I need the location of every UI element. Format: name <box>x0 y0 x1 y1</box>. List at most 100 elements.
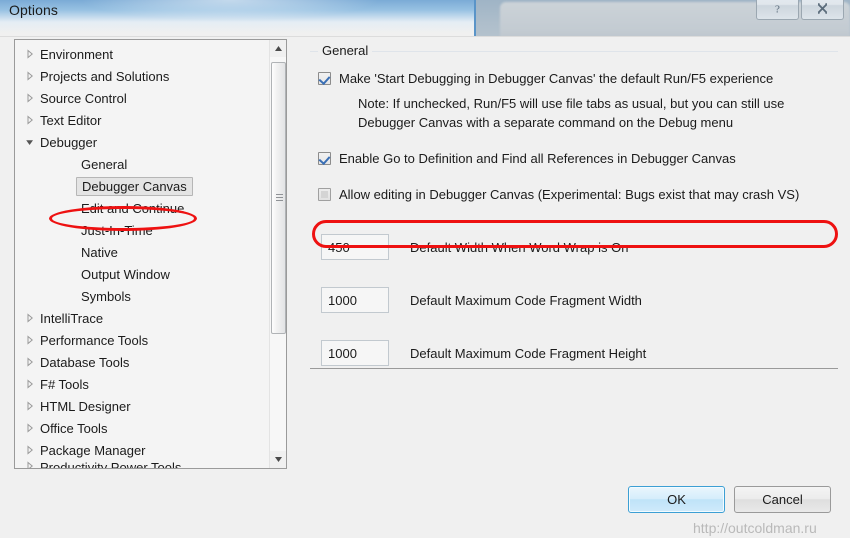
max-fragment-width-input[interactable] <box>321 287 389 313</box>
checkbox-goto-definition[interactable] <box>318 152 331 165</box>
options-dialog-screenshot: Options ? Environment Projects and Soluti… <box>0 0 850 538</box>
default-width-label: Default Width When Word Wrap is On <box>410 239 629 255</box>
tree-item-output-window[interactable]: Output Window <box>15 263 269 285</box>
tree-item-general[interactable]: General <box>15 153 269 175</box>
tree-item-label: Performance Tools <box>40 332 149 348</box>
tree-item-html-designer[interactable]: HTML Designer <box>15 395 269 417</box>
checkbox-row-goto-definition[interactable]: Enable Go to Definition and Find all Ref… <box>318 151 736 166</box>
tree-item-label: Package Manager <box>40 442 146 458</box>
checkbox-default-f5-label: Make 'Start Debugging in Debugger Canvas… <box>339 71 774 86</box>
tree-item-label: General <box>81 156 128 172</box>
scrollbar-thumb[interactable] <box>271 62 286 334</box>
close-icon <box>817 3 828 14</box>
tree-item-symbols[interactable]: Symbols <box>15 285 269 307</box>
options-category-tree[interactable]: Environment Projects and Solutions Source … <box>14 39 287 469</box>
tree-item-label: Edit and Continue <box>81 200 185 216</box>
chevron-right-icon[interactable] <box>21 93 39 103</box>
tree-item-productivity-power-tools[interactable]: Productivity Power Tools <box>15 461 269 469</box>
scrollbar-grip-icon <box>276 194 283 203</box>
tree-item-label: F# Tools <box>40 376 89 392</box>
tree-item-label: Database Tools <box>40 354 130 370</box>
chevron-down-icon <box>275 457 282 462</box>
checkbox-allow-editing[interactable] <box>318 188 331 201</box>
max-fragment-height-label: Default Maximum Code Fragment Height <box>410 345 647 361</box>
tree-item-label: Productivity Power Tools <box>40 461 182 469</box>
note-line-2: Debugger Canvas with a separate command … <box>358 115 734 130</box>
checkbox-row-allow-editing[interactable]: Allow editing in Debugger Canvas (Experi… <box>318 187 799 202</box>
field-row-default-width: Default Width When Word Wrap is On <box>321 234 628 260</box>
groupbox-top-border <box>310 51 838 52</box>
tree-item-package-manager[interactable]: Package Manager <box>15 439 269 461</box>
tree-item-list: Environment Projects and Solutions Source … <box>15 43 269 469</box>
field-row-max-fragment-width: Default Maximum Code Fragment Width <box>321 287 642 313</box>
checkbox-allow-editing-label: Allow editing in Debugger Canvas (Experi… <box>339 187 800 202</box>
chevron-right-icon[interactable] <box>21 115 39 125</box>
tree-item-f-tools[interactable]: F# Tools <box>15 373 269 395</box>
tree-item-just-in-time[interactable]: Just-In-Time <box>15 219 269 241</box>
checkbox-default-f5[interactable] <box>318 72 331 85</box>
tree-item-projects-and-solutions[interactable]: Projects and Solutions <box>15 65 269 87</box>
chevron-right-icon[interactable] <box>21 445 39 455</box>
chevron-right-icon[interactable] <box>21 379 39 389</box>
general-groupbox: General Make 'Start Debugging in Debugge… <box>310 39 838 369</box>
checkbox-row-default-f5[interactable]: Make 'Start Debugging in Debugger Canvas… <box>318 71 773 86</box>
close-button[interactable] <box>801 0 844 20</box>
tree-item-office-tools[interactable]: Office Tools <box>15 417 269 439</box>
default-width-input[interactable] <box>321 234 389 260</box>
chevron-right-icon[interactable] <box>21 461 39 468</box>
tree-scrollbar[interactable] <box>269 40 286 468</box>
tree-item-debugger[interactable]: Debugger <box>15 131 269 153</box>
chevron-down-icon[interactable] <box>21 137 39 147</box>
tree-item-debugger-canvas[interactable]: Debugger Canvas <box>15 175 269 197</box>
tree-item-label: Just-In-Time <box>81 222 153 238</box>
tree-item-label: Source Control <box>40 90 127 106</box>
checkbox-goto-definition-label: Enable Go to Definition and Find all Ref… <box>339 151 736 166</box>
tree-item-text-editor[interactable]: Text Editor <box>15 109 269 131</box>
chevron-up-icon <box>275 46 282 51</box>
settings-panel: General Make 'Start Debugging in Debugge… <box>310 39 838 469</box>
chevron-right-icon[interactable] <box>21 357 39 367</box>
scroll-up-arrow-icon[interactable] <box>270 40 286 57</box>
chevron-right-icon[interactable] <box>21 49 39 59</box>
tree-item-label: Projects and Solutions <box>40 68 170 84</box>
window-title: Options <box>9 2 58 18</box>
ok-button[interactable]: OK <box>628 486 725 513</box>
scrollbar-track[interactable] <box>270 57 286 451</box>
tree-item-label: Native <box>81 244 118 260</box>
note-line-1: Note: If unchecked, Run/F5 will use file… <box>358 96 785 111</box>
tree-item-label: Environment <box>40 46 113 62</box>
tree-item-performance-tools[interactable]: Performance Tools <box>15 329 269 351</box>
chevron-right-icon[interactable] <box>21 423 39 433</box>
max-fragment-height-input[interactable] <box>321 340 389 366</box>
groupbox-bottom-border <box>310 368 838 369</box>
general-group-title: General <box>318 43 373 58</box>
tree-item-label: Debugger Canvas <box>76 176 193 196</box>
watermark: http://outcoldman.ru <box>693 520 817 536</box>
tree-item-label: Symbols <box>81 288 131 304</box>
tree-item-native[interactable]: Native <box>15 241 269 263</box>
chevron-right-icon[interactable] <box>21 335 39 345</box>
svg-text:?: ? <box>775 4 780 16</box>
help-icon: ? <box>775 4 780 16</box>
cancel-button[interactable]: Cancel <box>734 486 831 513</box>
tree-item-source-control[interactable]: Source Control <box>15 87 269 109</box>
tree-item-label: Office Tools <box>40 420 108 436</box>
tree-item-edit-and-continue[interactable]: Edit and Continue <box>15 197 269 219</box>
title-bar-glow <box>80 0 380 20</box>
tree-item-label: HTML Designer <box>40 398 131 414</box>
tree-item-label: IntelliTrace <box>40 310 104 326</box>
scroll-down-arrow-icon[interactable] <box>270 451 286 468</box>
tree-item-label: Debugger <box>40 134 98 150</box>
tree-item-label: Output Window <box>81 266 170 282</box>
tree-item-label: Text Editor <box>40 112 102 128</box>
chevron-right-icon[interactable] <box>21 313 39 323</box>
tree-item-environment[interactable]: Environment <box>15 43 269 65</box>
field-row-max-fragment-height: Default Maximum Code Fragment Height <box>321 340 646 366</box>
chevron-right-icon[interactable] <box>21 71 39 81</box>
tree-item-database-tools[interactable]: Database Tools <box>15 351 269 373</box>
chevron-right-icon[interactable] <box>21 401 39 411</box>
help-button[interactable]: ? <box>756 0 799 20</box>
window-controls: ? <box>756 0 844 20</box>
tree-item-intellitrace[interactable]: IntelliTrace <box>15 307 269 329</box>
max-fragment-width-label: Default Maximum Code Fragment Width <box>410 292 642 308</box>
